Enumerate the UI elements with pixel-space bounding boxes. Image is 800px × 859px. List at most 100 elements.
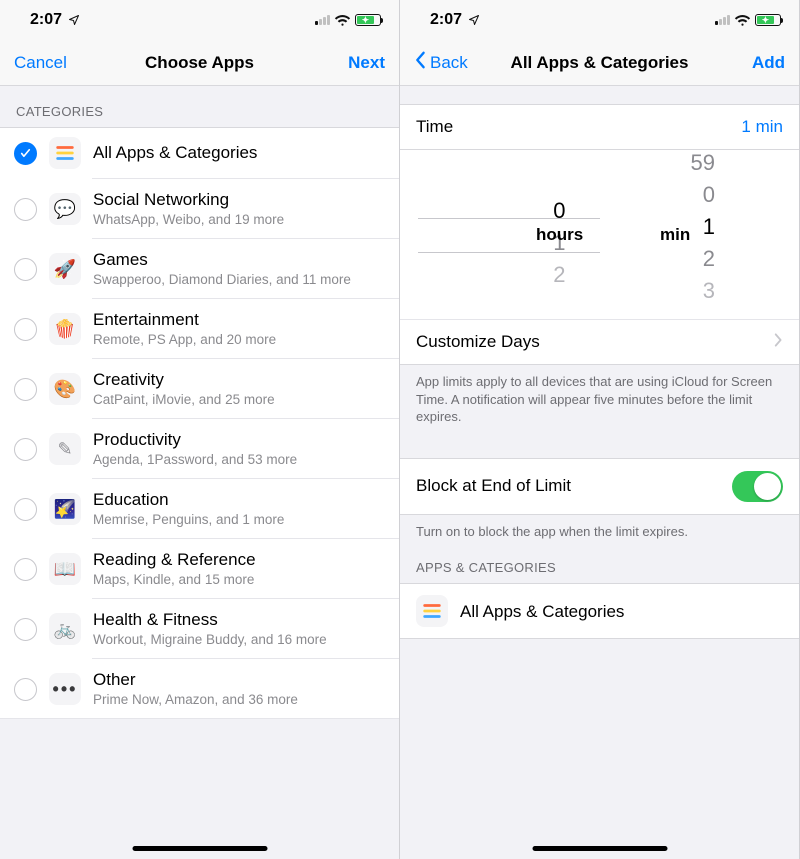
status-time: 2:07 <box>430 11 480 29</box>
category-row-education[interactable]: 🌠 Education Memrise, Penguins, and 1 mor… <box>0 479 399 539</box>
location-icon <box>466 11 480 28</box>
category-row-reading[interactable]: 📖 Reading & Reference Maps, Kindle, and … <box>0 539 399 599</box>
nav-bar: Back All Apps & Categories Add <box>400 40 799 86</box>
category-row-entertainment[interactable]: 🍿 Entertainment Remote, PS App, and 20 m… <box>0 299 399 359</box>
picker-mins-unit: min <box>660 225 690 245</box>
row-title: Social Networking <box>93 189 383 210</box>
radio-icon[interactable] <box>14 198 37 221</box>
apps-row-all[interactable]: All Apps & Categories <box>400 584 799 638</box>
category-row-productivity[interactable]: ✎ Productivity Agenda, 1Password, and 53… <box>0 419 399 479</box>
pen-icon: ✎ <box>49 433 81 465</box>
all-apps-icon <box>49 137 81 169</box>
radio-icon[interactable] <box>14 258 37 281</box>
ellipsis-icon: ••• <box>49 673 81 705</box>
next-button[interactable]: Next <box>315 53 385 73</box>
categories-list: All Apps & Categories 💬 Social Networkin… <box>0 127 399 719</box>
row-title: Education <box>93 489 383 510</box>
row-subtitle: Workout, Migraine Buddy, and 16 more <box>93 631 383 649</box>
row-subtitle: Memrise, Penguins, and 1 more <box>93 511 383 529</box>
row-title: Health & Fitness <box>93 609 383 630</box>
radio-icon[interactable] <box>14 558 37 581</box>
nav-bar: Cancel Choose Apps Next <box>0 40 399 86</box>
footer-block-info: Turn on to block the app when the limit … <box>400 515 799 555</box>
nav-title: Choose Apps <box>84 53 315 73</box>
home-indicator[interactable] <box>532 846 667 851</box>
row-subtitle: Agenda, 1Password, and 53 more <box>93 451 383 469</box>
category-row-other[interactable]: ••• Other Prime Now, Amazon, and 36 more <box>0 659 399 719</box>
screen-limit-detail: 2:07 ✦ Back All Apps & Categories Add <box>400 0 800 859</box>
row-title: All Apps & Categories <box>460 601 783 622</box>
categories-header: CATEGORIES <box>0 86 399 127</box>
radio-icon[interactable] <box>14 618 37 641</box>
content: Time 1 min 0 1 2 hours 58 59 0 1 58 <box>400 86 799 859</box>
status-time: 2:07 <box>30 11 80 29</box>
signal-icon <box>315 15 330 25</box>
row-subtitle: Remote, PS App, and 20 more <box>93 331 383 349</box>
category-row-all[interactable]: All Apps & Categories <box>0 127 399 179</box>
nav-title: All Apps & Categories <box>484 53 715 73</box>
row-title: Reading & Reference <box>93 549 383 570</box>
picker-mins-column[interactable]: 58 59 0 1 2 3 <box>600 150 800 319</box>
battery-icon: ✦ <box>355 14 381 26</box>
radio-icon[interactable] <box>14 438 37 461</box>
status-bar: 2:07 ✦ <box>0 0 399 40</box>
status-right: ✦ <box>315 14 381 27</box>
customize-days-row[interactable]: Customize Days <box>400 320 799 365</box>
rocket-icon: 🚀 <box>49 253 81 285</box>
back-button[interactable]: Back <box>414 51 484 74</box>
location-icon <box>66 11 80 28</box>
category-row-social[interactable]: 💬 Social Networking WhatsApp, Weibo, and… <box>0 179 399 239</box>
row-subtitle: CatPaint, iMovie, and 25 more <box>93 391 383 409</box>
cancel-button[interactable]: Cancel <box>14 53 84 73</box>
time-label: Time <box>416 117 453 137</box>
row-subtitle: Prime Now, Amazon, and 36 more <box>93 691 383 709</box>
radio-icon[interactable] <box>14 318 37 341</box>
picker-hours-selected: 0 <box>553 195 565 227</box>
row-subtitle: Swapperoo, Diamond Diaries, and 11 more <box>93 271 383 289</box>
status-right: ✦ <box>715 14 781 27</box>
row-subtitle: WhatsApp, Weibo, and 19 more <box>93 211 383 229</box>
row-title: Entertainment <box>93 309 383 330</box>
row-title: Creativity <box>93 369 383 390</box>
row-title: Other <box>93 669 383 690</box>
category-row-creativity[interactable]: 🎨 Creativity CatPaint, iMovie, and 25 mo… <box>0 359 399 419</box>
radio-icon[interactable] <box>14 498 37 521</box>
home-indicator[interactable] <box>132 846 267 851</box>
category-row-health[interactable]: 🚲 Health & Fitness Workout, Migraine Bud… <box>0 599 399 659</box>
battery-icon: ✦ <box>755 14 781 26</box>
row-subtitle: Maps, Kindle, and 15 more <box>93 571 383 589</box>
wifi-icon <box>734 14 751 27</box>
radio-checked-icon[interactable] <box>14 142 37 165</box>
apps-categories-header: APPS & CATEGORIES <box>400 554 799 583</box>
block-end-limit-label: Block at End of Limit <box>416 476 571 496</box>
signal-icon <box>715 15 730 25</box>
radio-icon[interactable] <box>14 378 37 401</box>
footer-limits-info: App limits apply to all devices that are… <box>400 365 799 440</box>
category-row-games[interactable]: 🚀 Games Swapperoo, Diamond Diaries, and … <box>0 239 399 299</box>
time-value: 1 min <box>741 117 783 137</box>
all-apps-icon <box>416 595 448 627</box>
palette-icon: 🎨 <box>49 373 81 405</box>
picker-hours-unit: hours <box>536 225 583 245</box>
row-title: Games <box>93 249 383 270</box>
chevron-left-icon <box>414 51 426 74</box>
popcorn-icon: 🍿 <box>49 313 81 345</box>
bike-icon: 🚲 <box>49 613 81 645</box>
wifi-icon <box>334 14 351 27</box>
chat-icon: 💬 <box>49 193 81 225</box>
add-button[interactable]: Add <box>715 53 785 73</box>
toggle-on-icon[interactable] <box>732 471 783 502</box>
customize-days-label: Customize Days <box>416 332 540 352</box>
radio-icon[interactable] <box>14 678 37 701</box>
row-title: Productivity <box>93 429 383 450</box>
time-picker[interactable]: 0 1 2 hours 58 59 0 1 58 59 0 1 2 3 .pic… <box>400 150 799 320</box>
time-row[interactable]: Time 1 min <box>400 104 799 150</box>
apps-list: All Apps & Categories <box>400 583 799 639</box>
status-bar: 2:07 ✦ <box>400 0 799 40</box>
chevron-right-icon <box>774 332 783 352</box>
shooting-star-icon: 🌠 <box>49 493 81 525</box>
picker-mins-selected: 1 <box>703 211 715 243</box>
content: CATEGORIES All Apps & Categories 💬 Socia… <box>0 86 399 859</box>
book-icon: 📖 <box>49 553 81 585</box>
block-end-limit-row[interactable]: Block at End of Limit <box>400 458 799 515</box>
